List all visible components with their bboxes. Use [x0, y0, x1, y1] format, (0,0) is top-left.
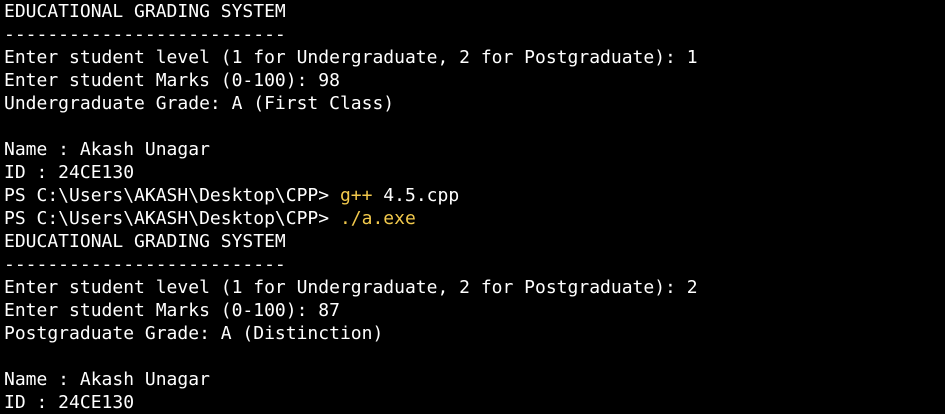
terminal-output[interactable]: EDUCATIONAL GRADING SYSTEM -------------… — [0, 0, 945, 414]
terminal-line: ID : 24CE130 — [4, 391, 945, 414]
terminal-line: -------------------------- — [4, 23, 945, 46]
output-text: ID : 24CE130 — [4, 392, 135, 413]
output-text: -------------------------- — [4, 254, 286, 275]
output-text: -------------------------- — [4, 24, 286, 45]
terminal-line: Enter student level (1 for Undergraduate… — [4, 46, 945, 69]
terminal-line: Name : Akash Unagar — [4, 368, 945, 391]
output-text: Postgraduate Grade: A (Distinction) — [4, 323, 384, 344]
output-text: Enter student level (1 for Undergraduate… — [4, 277, 698, 298]
terminal-line: Enter student Marks (0-100): 98 — [4, 69, 945, 92]
terminal-line: -------------------------- — [4, 253, 945, 276]
command-args: 4.5.cpp — [372, 185, 460, 206]
terminal-line: ID : 24CE130 — [4, 161, 945, 184]
terminal-line: Undergraduate Grade: A (First Class) — [4, 92, 945, 115]
terminal-prompt-line: PS C:\Users\AKASH\Desktop\CPP> ./a.exe — [4, 207, 945, 230]
terminal-line: EDUCATIONAL GRADING SYSTEM — [4, 0, 945, 23]
output-text: Name : Akash Unagar — [4, 369, 210, 390]
terminal-line: Enter student Marks (0-100): 87 — [4, 299, 945, 322]
output-text: Name : Akash Unagar — [4, 139, 210, 160]
output-text: ID : 24CE130 — [4, 162, 135, 183]
terminal-line: Postgraduate Grade: A (Distinction) — [4, 322, 945, 345]
output-text: EDUCATIONAL GRADING SYSTEM — [4, 1, 286, 22]
output-text: Enter student Marks (0-100): 87 — [4, 300, 340, 321]
output-text: Enter student Marks (0-100): 98 — [4, 70, 340, 91]
output-text: Enter student level (1 for Undergraduate… — [4, 47, 698, 68]
terminal-prompt-line: PS C:\Users\AKASH\Desktop\CPP> g++ 4.5.c… — [4, 184, 945, 207]
terminal-line: EDUCATIONAL GRADING SYSTEM — [4, 230, 945, 253]
output-text: EDUCATIONAL GRADING SYSTEM — [4, 231, 286, 252]
command-text: ./a.exe — [339, 208, 416, 229]
terminal-line: Name : Akash Unagar — [4, 138, 945, 161]
command-text: g++ — [339, 185, 373, 206]
prompt-text: PS C:\Users\AKASH\Desktop\CPP> — [4, 185, 340, 206]
prompt-text: PS C:\Users\AKASH\Desktop\CPP> — [4, 208, 340, 229]
terminal-line: Enter student level (1 for Undergraduate… — [4, 276, 945, 299]
output-text: Undergraduate Grade: A (First Class) — [4, 93, 395, 114]
